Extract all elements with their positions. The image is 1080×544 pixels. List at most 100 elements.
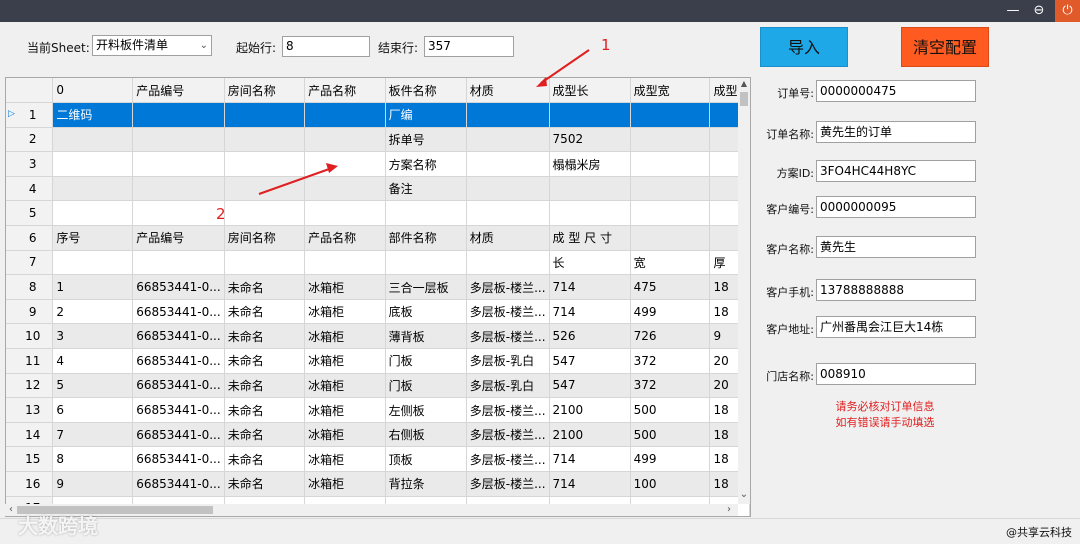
grid-cell[interactable]: 顶板 [385, 446, 467, 472]
grid-cell[interactable]: 未命名 [224, 471, 306, 497]
order-field-input[interactable]: 0000000095 [816, 196, 976, 218]
grid-cell[interactable] [630, 102, 711, 128]
grid-cell[interactable]: 66853441-0... [132, 373, 225, 399]
order-field-input[interactable]: 广州番禺会江巨大14栋 [816, 316, 976, 338]
grid-cell[interactable] [549, 200, 631, 227]
grid-cell[interactable] [132, 151, 225, 177]
scroll-right-icon[interactable]: › [723, 504, 735, 516]
grid-cell[interactable] [132, 127, 225, 153]
grid-cell[interactable]: 冰箱柜 [304, 422, 386, 448]
grid-cell[interactable]: 未命名 [224, 446, 306, 472]
grid-cell[interactable]: 多层板-楼兰... [466, 299, 550, 325]
grid-cell[interactable]: 多层板-楼兰... [466, 422, 550, 448]
grid-cell[interactable] [466, 127, 550, 153]
column-header[interactable]: 板件名称 [385, 78, 467, 104]
row-header[interactable]: 5 [6, 200, 54, 227]
grid-cell[interactable]: 66853441-0... [132, 446, 225, 472]
grid-cell[interactable] [304, 200, 386, 227]
grid-cell[interactable] [132, 102, 225, 128]
row-header[interactable]: 6 [6, 225, 54, 251]
row-header[interactable]: 2 [6, 127, 54, 153]
grid-cell[interactable]: 66853441-0... [132, 348, 225, 374]
grid-cell[interactable] [466, 151, 550, 177]
grid-cell[interactable] [304, 151, 386, 177]
grid-cell[interactable]: 多层板-楼兰... [466, 446, 550, 472]
scroll-down-icon[interactable]: ⌄ [738, 488, 750, 502]
order-field-input[interactable]: 0000000475 [816, 80, 976, 102]
grid-cell[interactable]: 4 [52, 348, 134, 374]
grid-cell[interactable]: 未命名 [224, 422, 306, 448]
row-header[interactable]: 14 [6, 422, 54, 448]
grid-cell[interactable]: 冰箱柜 [304, 471, 386, 497]
grid-cell[interactable]: 拆单号 [385, 127, 467, 153]
grid-cell[interactable]: 66853441-0... [132, 397, 225, 423]
grid-cell[interactable] [466, 176, 550, 202]
grid-cell[interactable] [304, 250, 386, 276]
grid-cell[interactable]: 冰箱柜 [304, 373, 386, 399]
sheet-select[interactable]: 开料板件清单 ⌄ [92, 35, 212, 56]
clear-config-button[interactable]: 清空配置 [901, 27, 989, 67]
table-row[interactable]: 8 1 66853441-0... 未命名 冰箱柜 三合一层板 多层板-楼兰... 714 47… [6, 274, 750, 300]
table-row[interactable]: 12 5 66853441-0... 未命名 冰箱柜 门板 多层板-乳白 547 372 20 [6, 373, 750, 399]
grid-cell[interactable]: 冰箱柜 [304, 446, 386, 472]
table-row[interactable]: 5 [6, 200, 750, 227]
grid-cell[interactable]: 372 [630, 348, 711, 374]
order-field-input[interactable]: 13788888888 [816, 279, 976, 301]
grid-cell[interactable]: 714 [549, 446, 631, 472]
grid-cell[interactable]: 多层板-乳白 [466, 348, 550, 374]
grid-cell[interactable]: 500 [630, 422, 711, 448]
grid-cell[interactable]: 部件名称 [385, 225, 467, 251]
grid-cell[interactable]: 未命名 [224, 373, 306, 399]
grid-cell[interactable]: 9 [52, 471, 134, 497]
grid-cell[interactable] [224, 250, 306, 276]
grid-cell[interactable]: 499 [630, 299, 711, 325]
grid-cell[interactable] [630, 127, 711, 153]
table-row[interactable]: 9 2 66853441-0... 未命名 冰箱柜 底板 多层板-楼兰... 714 499 18 [6, 299, 750, 325]
column-header[interactable]: 成型长 [549, 78, 631, 104]
table-row[interactable]: 14 7 66853441-0... 未命名 冰箱柜 右侧板 多层板-楼兰... 2100 50… [6, 422, 750, 448]
grid-cell[interactable] [52, 200, 134, 227]
grid-cell[interactable]: 宽 [630, 250, 711, 276]
grid-cell[interactable]: 714 [549, 274, 631, 300]
grid-cell[interactable]: 2100 [549, 422, 631, 448]
row-header[interactable]: ▷ 1 [6, 102, 54, 128]
grid-cell[interactable] [549, 102, 631, 128]
grid-cell[interactable]: 726 [630, 323, 711, 350]
import-button[interactable]: 导入 [760, 27, 848, 67]
grid-cell[interactable]: 产品编号 [132, 225, 225, 251]
row-header[interactable]: 7 [6, 250, 54, 276]
order-field-input[interactable]: 008910 [816, 363, 976, 385]
column-header[interactable]: 产品编号 [132, 78, 225, 104]
grid-cell[interactable] [549, 176, 631, 202]
grid-cell[interactable]: 未命名 [224, 348, 306, 374]
grid-cell[interactable]: 多层板-乳白 [466, 373, 550, 399]
grid-cell[interactable] [224, 151, 306, 177]
vertical-scroll-thumb[interactable] [740, 92, 748, 106]
row-header[interactable]: 9 [6, 299, 54, 325]
table-row[interactable]: 6 序号 产品编号 房间名称 产品名称 部件名称 材质成 型 尺 寸 [6, 225, 750, 251]
grid-cell[interactable]: 7502 [549, 127, 631, 153]
grid-cell[interactable] [630, 151, 711, 177]
row-header[interactable]: 10 [6, 323, 54, 350]
row-header[interactable]: 12 [6, 373, 54, 399]
grid-cell[interactable]: 冰箱柜 [304, 348, 386, 374]
grid-corner-header[interactable] [6, 78, 54, 104]
column-header[interactable]: 成型宽 [630, 78, 711, 104]
grid-cell[interactable]: 多层板-楼兰... [466, 274, 550, 300]
grid-cell[interactable]: 备注 [385, 176, 467, 202]
row-header[interactable]: 11 [6, 348, 54, 374]
grid-cell[interactable]: 二维码 [52, 102, 134, 128]
grid-cell[interactable]: 499 [630, 446, 711, 472]
row-header[interactable]: 8 [6, 274, 54, 300]
table-row[interactable]: 16 9 66853441-0... 未命名 冰箱柜 背拉条 多层板-楼兰... 714 100… [6, 471, 750, 497]
grid-cell[interactable]: 底板 [385, 299, 467, 325]
grid-cell[interactable]: 372 [630, 373, 711, 399]
start-row-input[interactable]: 8 [282, 36, 370, 57]
grid-cell[interactable]: 2100 [549, 397, 631, 423]
grid-cell[interactable]: 66853441-0... [132, 422, 225, 448]
grid-cell[interactable]: 8 [52, 446, 134, 472]
table-row[interactable]: 2 拆单号 7502 [6, 127, 750, 153]
grid-cell[interactable] [52, 151, 134, 177]
table-row[interactable]: 15 8 66853441-0... 未命名 冰箱柜 顶板 多层板-楼兰... 714 499 1… [6, 446, 750, 472]
grid-cell[interactable] [52, 127, 134, 153]
